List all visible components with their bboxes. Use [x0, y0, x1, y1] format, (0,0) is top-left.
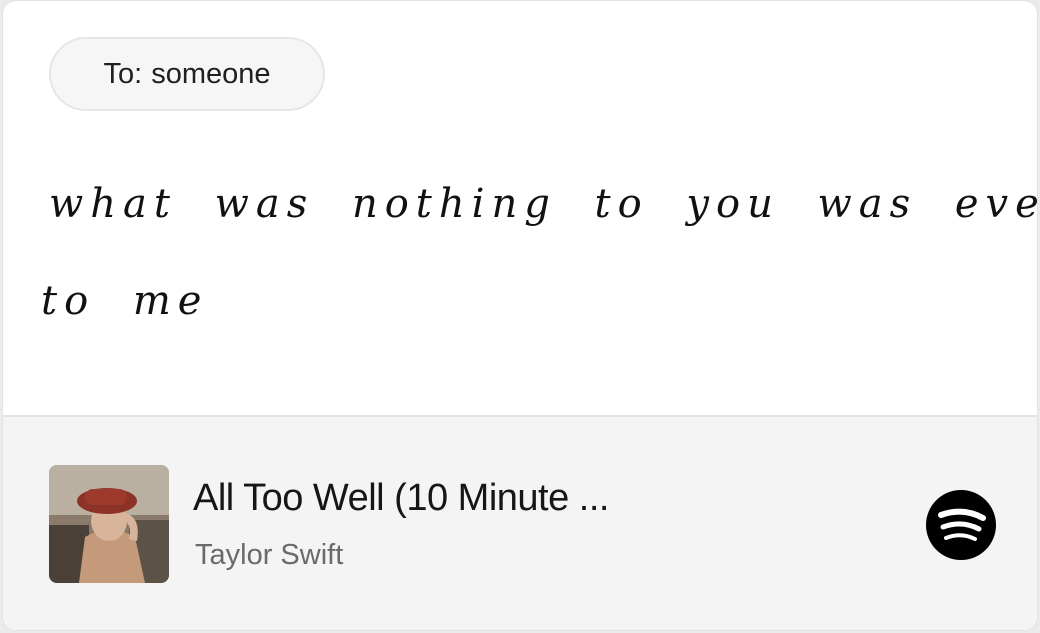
track-title: All Too Well (10 Minute ... [193, 477, 609, 519]
message-line-2: to me [41, 278, 209, 324]
recipient-pill: To: someone [49, 37, 325, 111]
track-artist: Taylor Swift [195, 539, 344, 571]
recipient-prefix: To: [103, 57, 143, 90]
song-message-card: To: someone what was nothing to you was … [2, 0, 1038, 631]
handwritten-message: what was nothing to you was everything t… [3, 151, 1037, 381]
recipient-name: someone [151, 57, 271, 90]
track-attachment[interactable]: All Too Well (10 Minute ... Taylor Swift [3, 417, 1037, 630]
album-cover[interactable] [49, 465, 169, 583]
message-line-1: what was nothing to you was everything [49, 181, 1037, 227]
spotify-icon[interactable] [925, 489, 997, 561]
